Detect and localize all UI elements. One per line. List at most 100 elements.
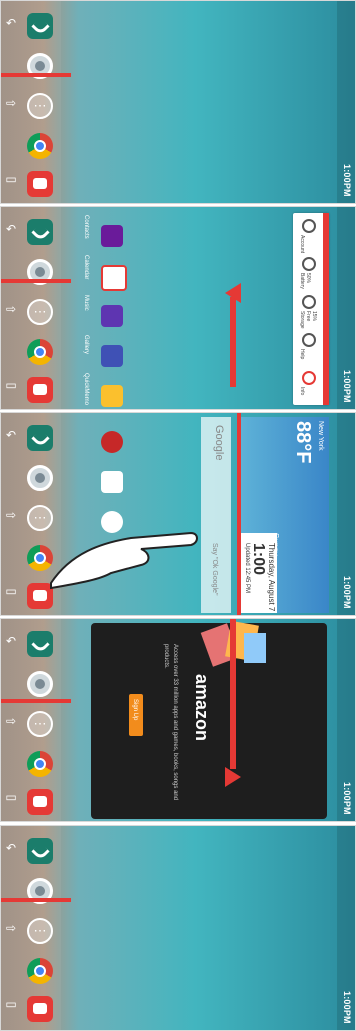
app-label: Music xyxy=(83,295,89,311)
home-screen-panel-1: ↶ ⇨ ▭ 1:00PM xyxy=(0,0,356,204)
home-icon[interactable]: ⇨ xyxy=(5,97,17,109)
quick-item-info[interactable]: Info xyxy=(297,371,323,401)
phone-icon[interactable] xyxy=(27,13,53,39)
status-time: 1:00PM xyxy=(342,370,352,403)
back-icon[interactable]: ↶ xyxy=(5,842,17,854)
home-icon[interactable]: ⇨ xyxy=(5,509,17,521)
recent-apps-icon[interactable]: ▭ xyxy=(5,585,17,597)
phone-icon[interactable] xyxy=(27,838,53,864)
amazon-logo: amazon xyxy=(192,674,212,742)
page-indicator xyxy=(1,898,71,902)
apps-icon[interactable] xyxy=(27,299,53,325)
quick-item-storage[interactable]: 15% Free Storage xyxy=(297,295,323,329)
apps-icon[interactable] xyxy=(27,93,53,119)
page-indicator xyxy=(1,279,71,283)
app-dock: ↶ ⇨ ▭ xyxy=(1,826,61,1030)
quick-settings-card: Account 50% Battery 15% Free Storage Hel… xyxy=(293,213,329,405)
swipe-arrow-up-icon xyxy=(225,283,241,303)
storage-icon xyxy=(302,295,316,309)
app-label: Calendar xyxy=(83,255,89,280)
status-time: 1:00PM xyxy=(342,991,352,1024)
chrome-icon[interactable] xyxy=(27,133,53,159)
recent-apps-icon[interactable]: ▭ xyxy=(5,998,17,1010)
page-indicator xyxy=(1,699,71,703)
quick-item-label: 50% Battery xyxy=(299,273,311,289)
weather-city: New York xyxy=(317,421,324,451)
google-voice-hint: Say "Ok Google" xyxy=(211,543,218,596)
swipe-arrow-down-icon xyxy=(225,767,241,787)
back-icon[interactable]: ↶ xyxy=(5,17,17,29)
swipe-arrow-shaft xyxy=(230,619,236,769)
app-label: QuickMemo xyxy=(83,373,89,406)
swipe-arrow-shaft xyxy=(237,413,241,615)
recent-apps-icon[interactable]: ▭ xyxy=(5,173,17,185)
contacts-icon[interactable] xyxy=(27,671,53,697)
home-icon[interactable]: ⇨ xyxy=(5,303,17,315)
phone-icon[interactable] xyxy=(27,425,53,451)
status-bar: 1:00PM xyxy=(337,619,355,821)
messaging-icon[interactable] xyxy=(27,171,53,197)
gallery-app-icon[interactable] xyxy=(101,345,123,367)
contacts-app-icon[interactable] xyxy=(101,225,123,247)
quick-settings-panel: ↶ ⇨ ▭ Contacts Calendar Music Gallery Qu… xyxy=(0,206,356,410)
apps-icon[interactable] xyxy=(27,918,53,944)
status-time: 1:00PM xyxy=(342,164,352,197)
page-indicator xyxy=(1,73,71,77)
back-icon[interactable]: ↶ xyxy=(5,429,17,441)
quick-item-battery[interactable]: 50% Battery xyxy=(297,257,323,289)
phone-icon[interactable] xyxy=(27,631,53,657)
status-bar: 1:00PM xyxy=(337,1,355,203)
quick-settings-header xyxy=(323,213,329,405)
messaging-icon[interactable] xyxy=(27,789,53,815)
clock-time: 1:00 xyxy=(250,543,267,576)
status-bar: 1:00PM xyxy=(337,413,355,615)
chrome-icon[interactable] xyxy=(27,958,53,984)
calendar-app-icon[interactable] xyxy=(101,265,127,291)
app-dock: ↶ ⇨ ▭ xyxy=(1,207,61,409)
amazon-description: Access over 33 million apps and games, b… xyxy=(163,644,178,801)
status-time: 1:00PM xyxy=(342,782,352,815)
app-dock: ↶ ⇨ ▭ xyxy=(1,1,61,203)
quickmemo-app-icon[interactable] xyxy=(101,385,123,407)
music-app-icon[interactable] xyxy=(101,305,123,327)
status-bar: 1:00PM xyxy=(337,207,355,409)
recent-apps-icon[interactable]: ▭ xyxy=(5,379,17,391)
home-screen-panel-2: ↶ ⇨ ▭ 1:00PM xyxy=(0,825,356,1031)
info-icon xyxy=(302,371,316,385)
back-icon[interactable]: ↶ xyxy=(5,223,17,235)
google-logo: Google xyxy=(213,425,225,461)
quick-item-account[interactable]: Account xyxy=(297,219,323,253)
quick-item-help[interactable]: Help xyxy=(297,333,323,363)
quick-item-label: Info xyxy=(299,387,305,396)
chrome-icon[interactable] xyxy=(27,339,53,365)
messaging-icon[interactable] xyxy=(27,377,53,403)
back-icon[interactable]: ↶ xyxy=(5,635,17,647)
clock-date: Thursday, August 7 xyxy=(267,543,276,612)
app-label: Contacts xyxy=(83,215,89,239)
home-icon[interactable]: ⇨ xyxy=(5,715,17,727)
help-icon xyxy=(302,333,316,347)
play-store-icon[interactable] xyxy=(101,431,123,453)
battery-icon xyxy=(302,257,316,271)
phone-icon[interactable] xyxy=(27,219,53,245)
app-label: Gallery xyxy=(83,335,89,355)
hand-gesture-icon xyxy=(50,531,198,590)
weather-widget-panel: ↶ ⇨ ▭ Google Say "Ok Google" New York 88… xyxy=(0,412,356,616)
apps-icon[interactable] xyxy=(27,711,53,737)
weather-temperature: 88°F xyxy=(292,421,314,464)
quick-item-label: Account xyxy=(299,235,305,254)
amazon-signup-label: Sign Up xyxy=(132,699,138,721)
home-icon[interactable]: ⇨ xyxy=(5,922,17,934)
quick-item-label: Help xyxy=(299,349,305,360)
chrome-icon[interactable] xyxy=(27,751,53,777)
status-bar: 1:00PM xyxy=(337,826,355,1030)
amazon-panel: ↶ ⇨ ▭ amazon Access over 33 million apps… xyxy=(0,618,356,822)
messaging-icon[interactable] xyxy=(27,996,53,1022)
swipe-arrow-shaft xyxy=(230,297,236,387)
app-dock: ↶ ⇨ ▭ xyxy=(1,619,61,821)
account-icon xyxy=(302,219,316,233)
recent-apps-icon[interactable]: ▭ xyxy=(5,791,17,803)
status-time: 1:00PM xyxy=(342,576,352,609)
quick-item-label: 15% Free Storage xyxy=(299,311,317,329)
weather-updated: Updated 12:45 PM xyxy=(244,543,250,594)
